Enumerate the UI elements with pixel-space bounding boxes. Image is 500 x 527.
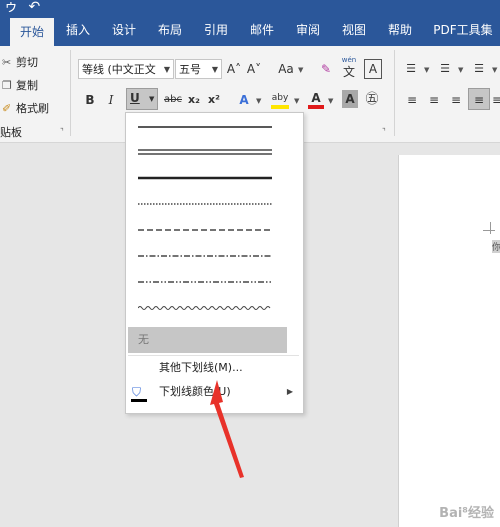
group-divider — [70, 50, 71, 136]
cut-button[interactable]: ✂ 剪切 — [2, 54, 38, 70]
highlight-button[interactable]: aby — [270, 88, 290, 109]
font-launcher-icon[interactable]: ⌝ — [382, 127, 386, 136]
highlight-label: aby — [271, 93, 289, 103]
multilevel-list-icon[interactable]: ☰ — [470, 59, 488, 79]
tab-design[interactable]: 设计 — [106, 14, 142, 46]
paintbrush-icon: ✐ — [2, 102, 12, 115]
clear-format-icon[interactable]: ✎ — [317, 59, 335, 79]
document-page[interactable] — [398, 155, 500, 527]
underline-color-label: 下划线颜色(U) — [159, 385, 231, 398]
font-name-combo[interactable]: 等线 (中文正文 ▼ — [78, 59, 174, 79]
subscript-button[interactable]: x₂ — [186, 90, 202, 110]
align-center-icon[interactable]: ≡ — [426, 90, 442, 110]
distributed-icon[interactable]: ≡ — [492, 90, 500, 110]
strikethrough-button[interactable]: abc — [162, 90, 184, 110]
underline-dashed[interactable] — [138, 225, 272, 235]
underline-dot-dot-dash[interactable] — [138, 277, 272, 287]
margin-marker — [490, 222, 491, 234]
ribbon-tab-bar: 开始 插入 设计 布局 引用 邮件 审阅 视图 帮助 PDF工具集 — [0, 14, 500, 46]
more-underlines-label: 其他下划线(M)... — [159, 361, 243, 374]
tab-view[interactable]: 视图 — [336, 14, 372, 46]
grow-font-button[interactable]: A˄ — [226, 59, 242, 79]
font-size-value: 五号 — [179, 63, 201, 76]
menu-separator — [128, 355, 299, 356]
shrink-font-button[interactable]: A˅ — [246, 59, 262, 79]
character-shading-button[interactable]: A — [342, 90, 358, 108]
clipboard-group-label: 贴板 — [0, 126, 22, 139]
clipboard-launcher-icon[interactable]: ⌝ — [60, 127, 64, 136]
chevron-down-icon: ▼ — [211, 65, 218, 74]
font-color-swatch — [308, 105, 324, 109]
chevron-down-icon: ▼ — [492, 66, 498, 74]
align-right-icon[interactable]: ≡ — [448, 90, 464, 110]
copy-button[interactable]: ❐ 复制 — [2, 77, 38, 93]
more-underlines-item[interactable]: 其他下划线(M)... — [126, 357, 301, 379]
chevron-down-icon: ▼ — [458, 66, 464, 74]
chevron-down-icon: ▼ — [328, 97, 334, 105]
numbering-icon[interactable]: ☰ — [436, 59, 454, 79]
underline-thick[interactable] — [138, 173, 272, 183]
underline-label: U — [130, 91, 140, 105]
format-painter-label: 格式刷 — [16, 102, 49, 115]
chevron-down-icon: ▼ — [294, 97, 300, 105]
copy-icon: ❐ — [2, 79, 12, 92]
tab-layout[interactable]: 布局 — [152, 14, 188, 46]
underline-color-item[interactable]: ⛉ 下划线颜色(U) ▶ — [126, 381, 301, 403]
underline-double[interactable] — [138, 147, 272, 157]
tab-home[interactable]: 开始 — [10, 18, 54, 46]
format-painter-button[interactable]: ✐ 格式刷 — [2, 100, 49, 116]
submenu-arrow-icon: ▶ — [286, 387, 293, 396]
change-case-button[interactable]: Aa — [276, 59, 296, 79]
chevron-down-icon: ▼ — [256, 97, 262, 105]
text-effects-button[interactable]: A — [236, 90, 252, 110]
chevron-down-icon: ▼ — [149, 95, 155, 103]
underline-single[interactable] — [138, 122, 272, 132]
underline-dot-dash[interactable] — [138, 251, 272, 261]
watermark: Bai⁸经验 — [439, 506, 494, 521]
font-color-button[interactable]: A — [308, 88, 324, 109]
chevron-down-icon: ▼ — [298, 66, 304, 74]
chevron-down-icon: ▼ — [163, 65, 170, 74]
align-left-icon[interactable]: ≡ — [404, 90, 420, 110]
tab-help[interactable]: 帮助 — [382, 14, 418, 46]
underline-dotted[interactable] — [138, 199, 272, 209]
italic-button[interactable]: I — [104, 90, 118, 110]
margin-marker — [483, 230, 495, 231]
tab-insert[interactable]: 插入 — [60, 14, 96, 46]
font-name-value: 等线 (中文正文 — [82, 63, 156, 76]
cut-label: 剪切 — [16, 56, 38, 69]
font-size-combo[interactable]: 五号 ▼ — [175, 59, 222, 79]
phonetic-guide-button[interactable]: 文 — [340, 64, 358, 80]
character-border-button[interactable]: A — [364, 59, 382, 79]
copy-label: 复制 — [16, 79, 38, 92]
title-bar: ゥ ↶ — [0, 0, 500, 15]
tab-mailings[interactable]: 邮件 — [244, 14, 280, 46]
underline-button[interactable]: U ▼ — [126, 88, 158, 110]
underline-none[interactable]: 无 — [128, 327, 287, 353]
group-divider — [394, 50, 395, 136]
underline-wavy[interactable] — [138, 303, 272, 313]
scissors-icon: ✂ — [2, 56, 12, 69]
tab-pdf-tools[interactable]: PDF工具集 — [428, 14, 498, 46]
superscript-button[interactable]: x² — [206, 90, 222, 110]
underline-dropdown: 无 其他下划线(M)... ⛉ 下划线颜色(U) ▶ — [125, 112, 304, 414]
chevron-down-icon: ▼ — [424, 66, 430, 74]
bullets-icon[interactable]: ☰ — [402, 59, 420, 79]
tab-references[interactable]: 引用 — [198, 14, 234, 46]
underline-color-swatch — [131, 399, 147, 402]
bold-button[interactable]: B — [83, 90, 97, 110]
highlight-color-swatch — [271, 105, 289, 109]
enclose-characters-button[interactable]: ㊄ — [364, 90, 380, 110]
document-text[interactable]: 你 — [492, 240, 500, 253]
justify-icon[interactable]: ≡ — [468, 88, 490, 110]
font-color-label: A — [311, 91, 321, 105]
tab-review[interactable]: 审阅 — [290, 14, 326, 46]
